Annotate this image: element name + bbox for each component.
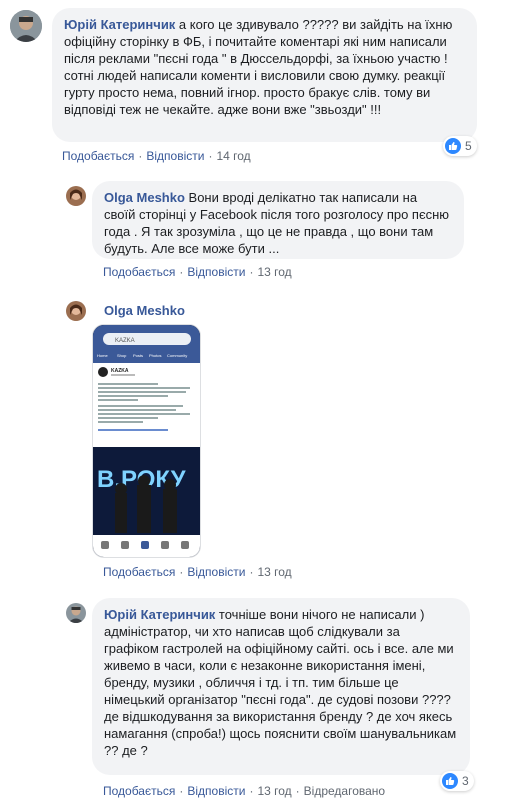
like-button[interactable]: Подобається	[103, 265, 175, 279]
comment-author[interactable]: Юрій Катеринчик	[64, 17, 175, 32]
reply-button[interactable]: Відповісти	[187, 784, 245, 798]
reply-button[interactable]: Відповісти	[187, 265, 245, 279]
reactions-badge[interactable]: 5	[443, 136, 477, 156]
screenshot-search: KAZKA	[115, 338, 135, 344]
comment-actions: Подобається · Відповісти · 13 год	[103, 565, 292, 579]
comment-bubble: Юрій Катеринчик точніше вони нічого не н…	[92, 598, 470, 775]
comment-author[interactable]: Olga Meshko	[104, 190, 185, 205]
comment-author[interactable]: Юрій Катеринчик	[104, 607, 215, 622]
comment-time[interactable]: 13 год	[257, 265, 291, 279]
like-button[interactable]: Подобається	[103, 565, 175, 579]
like-icon	[442, 773, 458, 789]
comment-time[interactable]: 14 год	[216, 149, 250, 163]
screenshot-tab: Posts	[133, 353, 143, 358]
screenshot-tab: Community	[167, 353, 187, 358]
comment-text: точніше вони нічого не написали ) адміні…	[104, 607, 457, 758]
screenshot-tab: Shop	[117, 353, 127, 358]
comment-bubble: Юрій Катеринчик а кого це здивувало ????…	[52, 8, 477, 142]
reactions-count: 3	[462, 774, 469, 788]
screenshot-tab: Photos	[149, 353, 161, 358]
avatar[interactable]	[10, 10, 42, 42]
comment-bubble: Olga Meshko Вони вроді делікатно так нап…	[92, 181, 464, 259]
reply-button[interactable]: Відповісти	[146, 149, 204, 163]
reactions-count: 5	[465, 139, 472, 153]
screenshot-tab: Home	[97, 353, 108, 358]
comment-author[interactable]: Olga Meshko	[104, 303, 185, 318]
edited-label[interactable]: Відредаговано	[304, 784, 385, 798]
comment-actions: Подобається · Відповісти · 13 год	[103, 265, 292, 279]
comment-time[interactable]: 13 год	[257, 565, 291, 579]
comment-time[interactable]: 13 год	[257, 784, 291, 798]
attached-screenshot[interactable]: KAZKA Home Shop Posts Photos Community K…	[92, 324, 201, 558]
comment-actions: Подобається · Відповісти · 14 год	[62, 149, 251, 163]
comment-actions: Подобається · Відповісти · 13 год · Відредагов…	[103, 784, 386, 798]
like-icon	[445, 138, 461, 154]
reactions-badge[interactable]: 3	[440, 771, 474, 791]
comment-text: а кого це здивувало ????? ви зайдіть на …	[64, 17, 453, 117]
like-button[interactable]: Подобається	[62, 149, 134, 163]
screenshot-page-name: KAZKA	[111, 368, 129, 374]
avatar[interactable]	[66, 603, 86, 623]
like-button[interactable]: Подобається	[103, 784, 175, 798]
reply-button[interactable]: Відповісти	[187, 565, 245, 579]
avatar[interactable]	[66, 186, 86, 206]
avatar[interactable]	[66, 301, 86, 321]
